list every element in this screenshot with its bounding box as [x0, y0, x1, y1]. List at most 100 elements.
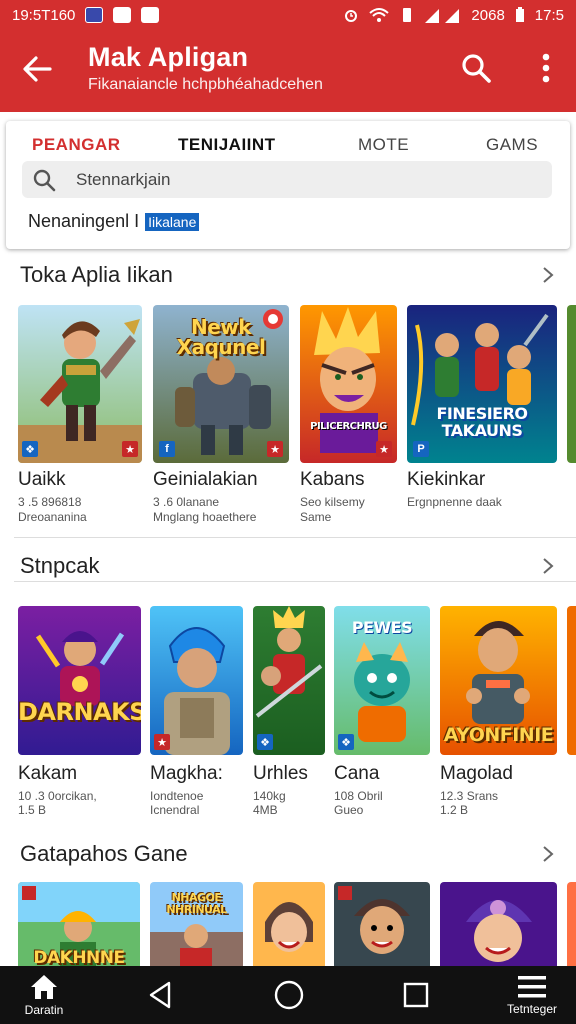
app-meta-secondary: Same: [300, 510, 332, 524]
app-meta-secondary: 4MB: [253, 803, 278, 817]
app-thumbnail: AYONFINIE: [440, 606, 557, 755]
rating-badge: ★: [122, 441, 138, 457]
app-thumbnail: NHAGOE NHRINUAL: [150, 882, 243, 966]
nav-menu-button[interactable]: Tetnteger: [498, 966, 566, 1024]
search-button[interactable]: [456, 48, 496, 88]
app-thumbnail: DARNAKS: [18, 606, 141, 755]
tab-peangar[interactable]: PEANGAR: [32, 135, 121, 155]
nav-menu-label: Tetnteger: [506, 1002, 558, 1016]
message-icon: [113, 7, 132, 23]
app-meta: 108 Obril: [334, 789, 383, 803]
nav-home-button[interactable]: Daratin: [14, 966, 74, 1024]
home-icon: [31, 975, 57, 999]
app-thumbnail: PEWES ❖: [334, 606, 430, 755]
section-divider: [14, 537, 576, 538]
app-thumbnail: [567, 882, 576, 966]
section-title-stnpcak: Stnpcak: [20, 553, 100, 578]
nav-home-label: Daratin: [24, 1003, 64, 1017]
tab-tenijaiint[interactable]: TENIJAIINT: [178, 135, 276, 155]
app-thumbnail: [334, 882, 430, 966]
search-icon: [462, 54, 491, 83]
app-thumbnail-title: FINESIERO TAKAUNS: [436, 404, 528, 440]
app-name: Urhles: [253, 763, 308, 784]
app-thumbnail: FINESIERO TAKAUNS P: [407, 305, 557, 463]
app-title: Mak Apligan: [88, 42, 249, 72]
chevron-right-icon[interactable]: [538, 844, 558, 864]
hamburger-menu-icon: [518, 976, 546, 998]
app-thumbnail: ★: [150, 606, 243, 755]
triangle-back-icon: [149, 981, 171, 1009]
app-thumbnail-title: DAKHNNE: [33, 948, 125, 966]
more-vert-icon: [542, 53, 550, 83]
app-name: Magolad: [440, 763, 513, 784]
filter-row: Nenaningenl I Iikalane: [28, 211, 200, 232]
platform-badge: f: [159, 441, 175, 457]
more-options-button[interactable]: [528, 48, 564, 88]
app-meta: Ergnpnenne daak: [407, 495, 502, 509]
battery-icon: [515, 7, 524, 22]
filter-tag[interactable]: Iikalane: [145, 212, 200, 231]
arrow-left-icon: [23, 56, 52, 82]
app-subtitle: Fikanaiancle hchpbhéahadcehen: [88, 76, 323, 93]
tab-mote[interactable]: MOTE: [358, 135, 409, 155]
tab-gams[interactable]: GAMS: [486, 135, 538, 155]
app-meta: 3 .6 0lanane: [153, 495, 220, 509]
app-meta-secondary: Dreoananina: [18, 510, 87, 524]
section-title-gatapahos: Gatapahos Gane: [20, 841, 188, 866]
app-meta: Iondtenoe: [150, 789, 204, 803]
app-thumbnail-title: PILICERCHRUG: [310, 421, 387, 432]
app-thumbnail: [567, 606, 576, 755]
rating-badge: ★: [376, 441, 392, 457]
app-name: Kabans: [300, 469, 365, 490]
status-time: 19:5T160: [12, 6, 76, 24]
app-name: Magkha:: [150, 763, 223, 784]
app-name: Geinialakian: [153, 469, 258, 490]
app-meta: Seo kilsemy: [300, 495, 365, 509]
app-thumbnail-title: AYONFINIE: [443, 724, 554, 746]
platform-badge: ❖: [257, 734, 273, 750]
app-meta-secondary: Mnglang hoaethere: [153, 510, 257, 524]
platform-badge: ❖: [338, 734, 354, 750]
app-thumbnail: [253, 882, 325, 966]
app-bar: Mak Apligan Fikanaiancle hchpbhéahadcehe…: [0, 30, 576, 112]
rating-badge: ★: [267, 441, 283, 457]
filter-label: Nenaningenl I: [28, 211, 140, 231]
app-thumbnail: DAKHNNE: [18, 882, 140, 966]
platform-badge: P: [413, 441, 429, 457]
chevron-right-icon[interactable]: [538, 265, 558, 285]
app-thumbnail: PILICERCHRUG ★: [300, 305, 397, 463]
nav-home-circle-button[interactable]: [268, 966, 310, 1024]
app-name: Kakam: [18, 763, 78, 784]
app-thumbnail-title: Newk Xaqunel: [176, 315, 266, 359]
app-meta-secondary: Gueo: [334, 803, 364, 817]
section-title-toka: Toka Aplia Iikan: [20, 262, 173, 287]
back-button[interactable]: [18, 50, 56, 88]
app-name: Kiekinkar: [407, 469, 486, 490]
platform-badge: ❖: [22, 441, 38, 457]
tab-card: PEANGAR TENIJAIINT MOTE GAMS Stennarkjai…: [6, 121, 570, 249]
nav-recents-button[interactable]: [396, 966, 436, 1024]
app-thumbnail: ❖ ★: [18, 305, 142, 463]
search-value: Stennarkjain: [76, 170, 171, 189]
app-thumbnail: Newk Xaqunel f ★: [153, 305, 289, 463]
search-icon: [33, 169, 56, 192]
app-meta: 140kg: [253, 789, 286, 803]
tab-bar: PEANGAR TENIJAIINT MOTE GAMS: [6, 129, 570, 163]
app-thumbnail: [567, 305, 576, 463]
nav-back-button[interactable]: [140, 966, 180, 1024]
vibrate-icon: [403, 8, 412, 22]
app-meta-secondary: 1.2 B: [440, 803, 469, 817]
chevron-right-icon[interactable]: [538, 556, 558, 576]
rating-badge: ★: [154, 734, 170, 750]
app-thumbnail-title: DARNAKS: [18, 698, 141, 726]
app-name: Cana: [334, 763, 380, 784]
search-input[interactable]: Stennarkjain: [22, 161, 552, 198]
navigation-bar: Daratin Tetnteger: [0, 966, 576, 1024]
app-meta: 3 .5 896818: [18, 495, 82, 509]
circle-home-icon: [274, 980, 304, 1010]
app-meta: 12.3 Srans: [440, 789, 499, 803]
section-divider: [14, 581, 576, 582]
battery-text: 17:5: [534, 6, 564, 24]
app-thumbnail: ❖: [253, 606, 325, 755]
signal-icon: [425, 9, 460, 23]
